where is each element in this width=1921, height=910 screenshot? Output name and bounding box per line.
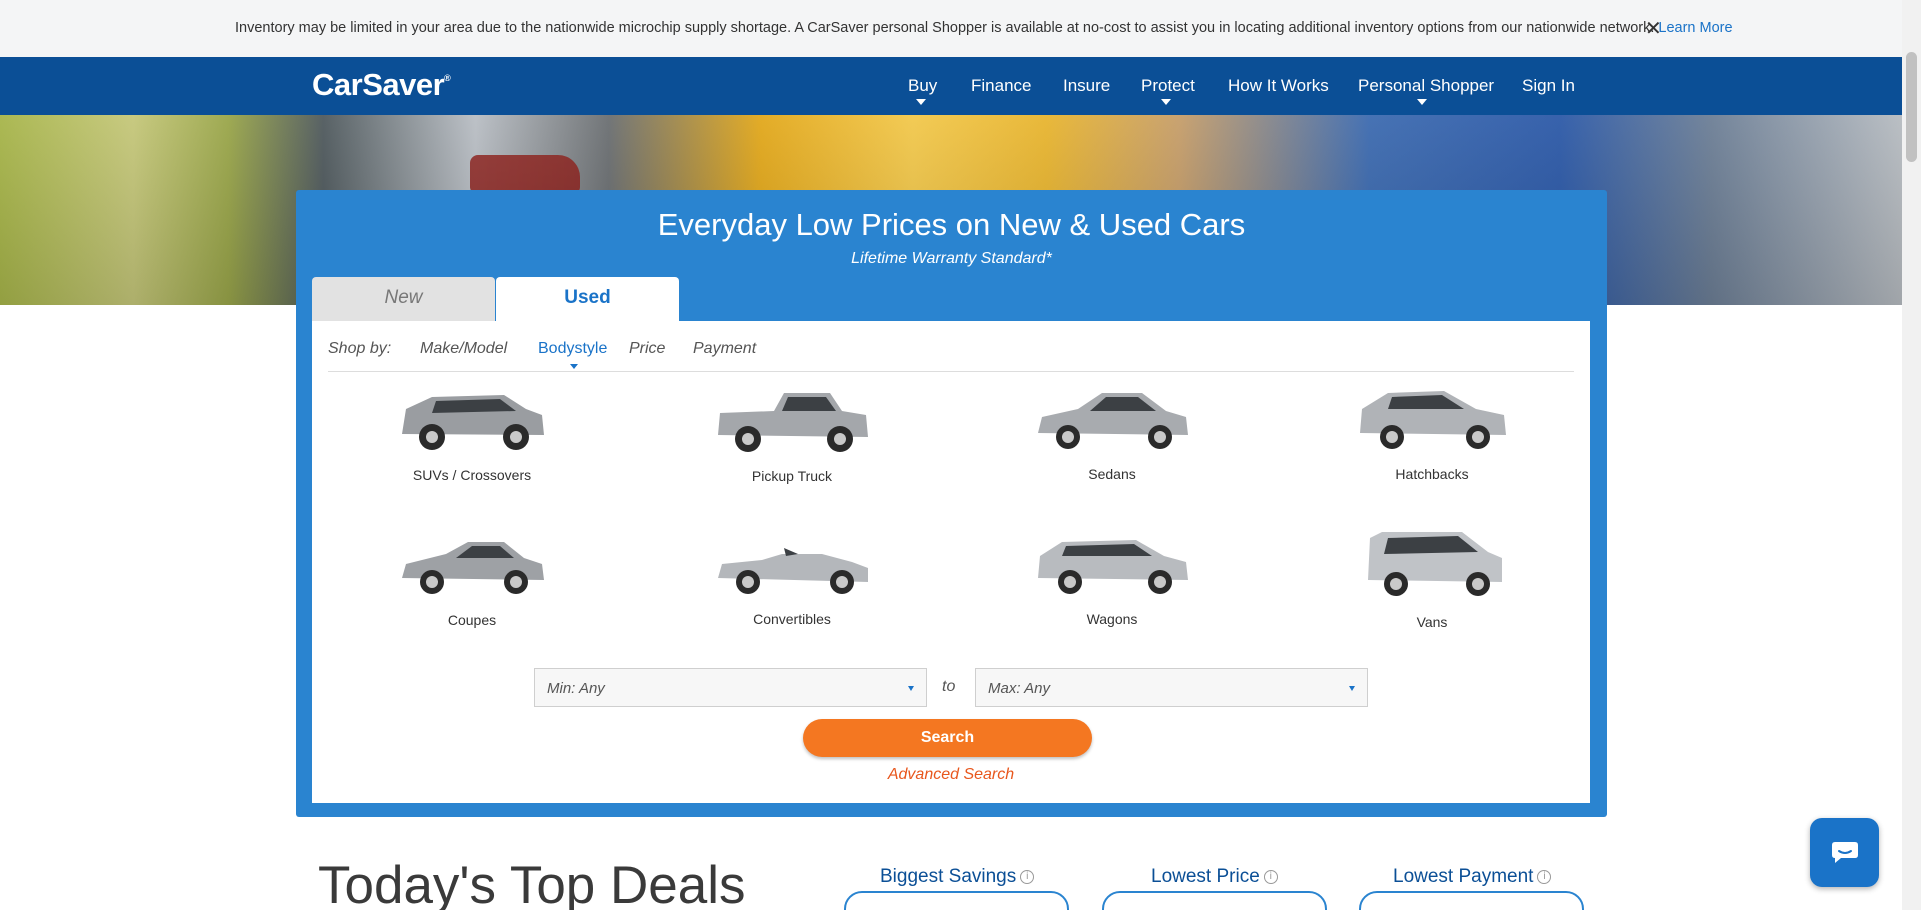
tab-label: Biggest Savings: [880, 866, 1017, 887]
tab-used[interactable]: Used: [496, 277, 679, 325]
shop-by-bodystyle-label: Bodystyle: [538, 340, 608, 357]
bodystyle-card-wagon[interactable]: Wagons: [952, 524, 1272, 664]
hatchback-icon: [1360, 391, 1506, 449]
bodystyle-label: Wagons: [1086, 611, 1138, 627]
shop-by-make-model[interactable]: Make/Model: [420, 340, 507, 358]
chevron-down-icon: [1349, 686, 1355, 691]
page-scrollbar[interactable]: [1902, 0, 1921, 910]
bodystyle-card-sedan[interactable]: Sedans: [952, 379, 1272, 519]
search-button[interactable]: Search: [803, 719, 1092, 757]
bodystyle-card-van[interactable]: Vans: [1272, 524, 1592, 664]
bodystyle-label: Sedans: [1088, 466, 1136, 482]
nav-personal-shopper[interactable]: Personal Shopper: [1358, 76, 1494, 96]
main-navbar: CarSaver® Buy Finance Insure Protect How…: [0, 57, 1902, 115]
bodystyle-label: SUVs / Crossovers: [412, 467, 532, 483]
pickup-truck-icon: [718, 393, 868, 452]
deal-sort-pill[interactable]: [1359, 891, 1584, 910]
price-range-row: Min: Any to Max: Any: [312, 668, 1590, 708]
top-deals-title: Today's Top Deals: [318, 856, 746, 910]
chevron-down-icon: [1417, 99, 1427, 105]
range-to-label: to: [942, 678, 956, 695]
chat-icon: [1832, 842, 1858, 863]
tab-lowest-payment[interactable]: Lowest Payment i: [1393, 866, 1552, 888]
chat-button[interactable]: [1810, 818, 1879, 887]
notice-bar: Inventory may be limited in your area du…: [0, 0, 1902, 57]
sedan-icon: [1038, 393, 1188, 449]
bodystyle-label: Convertibles: [753, 611, 831, 627]
learn-more-link[interactable]: Learn More: [1658, 20, 1732, 36]
bodystyle-card-hatchback[interactable]: Hatchbacks: [1272, 379, 1592, 519]
convertible-icon: [718, 548, 868, 594]
info-icon[interactable]: i: [1263, 869, 1278, 884]
advanced-search-link[interactable]: Advanced Search: [312, 766, 1590, 784]
bodystyle-label: Pickup Truck: [751, 468, 833, 484]
chevron-down-icon: [570, 364, 578, 369]
tab-label: Lowest Payment: [1393, 866, 1534, 887]
bodystyle-label: Vans: [1416, 614, 1448, 630]
panel-title: Everyday Low Prices on New & Used Cars: [657, 207, 1246, 242]
max-price-value: Max: Any: [988, 680, 1050, 697]
nav-protect[interactable]: Protect: [1141, 76, 1195, 96]
shop-by-payment[interactable]: Payment: [693, 340, 756, 358]
logo-registered-mark: ®: [444, 73, 451, 83]
panel-subtitle: Lifetime Warranty Standard*: [851, 250, 1052, 267]
coupe-icon: [402, 542, 544, 594]
nav-finance[interactable]: Finance: [971, 76, 1031, 96]
bodystyle-label: Coupes: [447, 612, 497, 628]
wagon-icon: [1038, 540, 1188, 594]
vehicle-search-panel: Everyday Low Prices on New & Used Cars L…: [296, 190, 1607, 817]
tab-lowest-price[interactable]: Lowest Price i: [1151, 866, 1278, 888]
nav-buy[interactable]: Buy: [908, 76, 937, 96]
suv-icon: [402, 395, 544, 450]
chevron-down-icon: [916, 99, 926, 105]
bodystyle-card-convertible[interactable]: Convertibles: [632, 524, 952, 664]
shop-by-label: Shop by:: [328, 340, 392, 357]
nav-sign-in[interactable]: Sign In: [1522, 76, 1575, 96]
deal-sort-pill[interactable]: [1102, 891, 1327, 910]
max-price-select[interactable]: Max: Any: [975, 668, 1368, 707]
shop-by-price[interactable]: Price: [629, 340, 665, 358]
bodystyle-card-coupe[interactable]: Coupes: [312, 524, 632, 664]
min-price-value: Min: Any: [547, 680, 605, 697]
notice-message: Inventory may be limited in your area du…: [235, 20, 1655, 36]
info-icon[interactable]: i: [1537, 869, 1552, 884]
close-icon[interactable]: ✕: [1645, 16, 1662, 40]
nav-insure[interactable]: Insure: [1063, 76, 1110, 96]
panel-body: Shop by: Make/Model Bodystyle Price Paym…: [312, 321, 1590, 803]
logo-text: CarSaver: [312, 67, 445, 102]
min-price-select[interactable]: Min: Any: [534, 668, 927, 707]
tab-new[interactable]: New: [312, 277, 495, 321]
chevron-down-icon: [908, 686, 914, 691]
carsaver-logo[interactable]: CarSaver®: [312, 67, 451, 103]
shop-by-bodystyle[interactable]: Bodystyle: [538, 340, 608, 369]
tab-label: Lowest Price: [1151, 866, 1260, 887]
bodystyle-label: Hatchbacks: [1395, 466, 1469, 482]
deal-sort-pill[interactable]: [844, 891, 1069, 910]
tab-biggest-savings[interactable]: Biggest Savings i: [880, 866, 1035, 888]
scrollbar-thumb[interactable]: [1906, 52, 1917, 162]
shop-by-bar: Shop by: Make/Model Bodystyle Price Paym…: [328, 340, 1574, 372]
nav-how-it-works[interactable]: How It Works: [1228, 76, 1329, 96]
chevron-down-icon: [1161, 99, 1171, 105]
van-icon: [1368, 532, 1502, 596]
info-icon[interactable]: i: [1020, 869, 1035, 884]
bodystyle-card-suv[interactable]: SUVs / Crossovers: [312, 379, 632, 519]
notice-text: Inventory may be limited in your area du…: [235, 20, 1733, 36]
bodystyle-card-pickup[interactable]: Pickup Truck: [632, 379, 952, 519]
